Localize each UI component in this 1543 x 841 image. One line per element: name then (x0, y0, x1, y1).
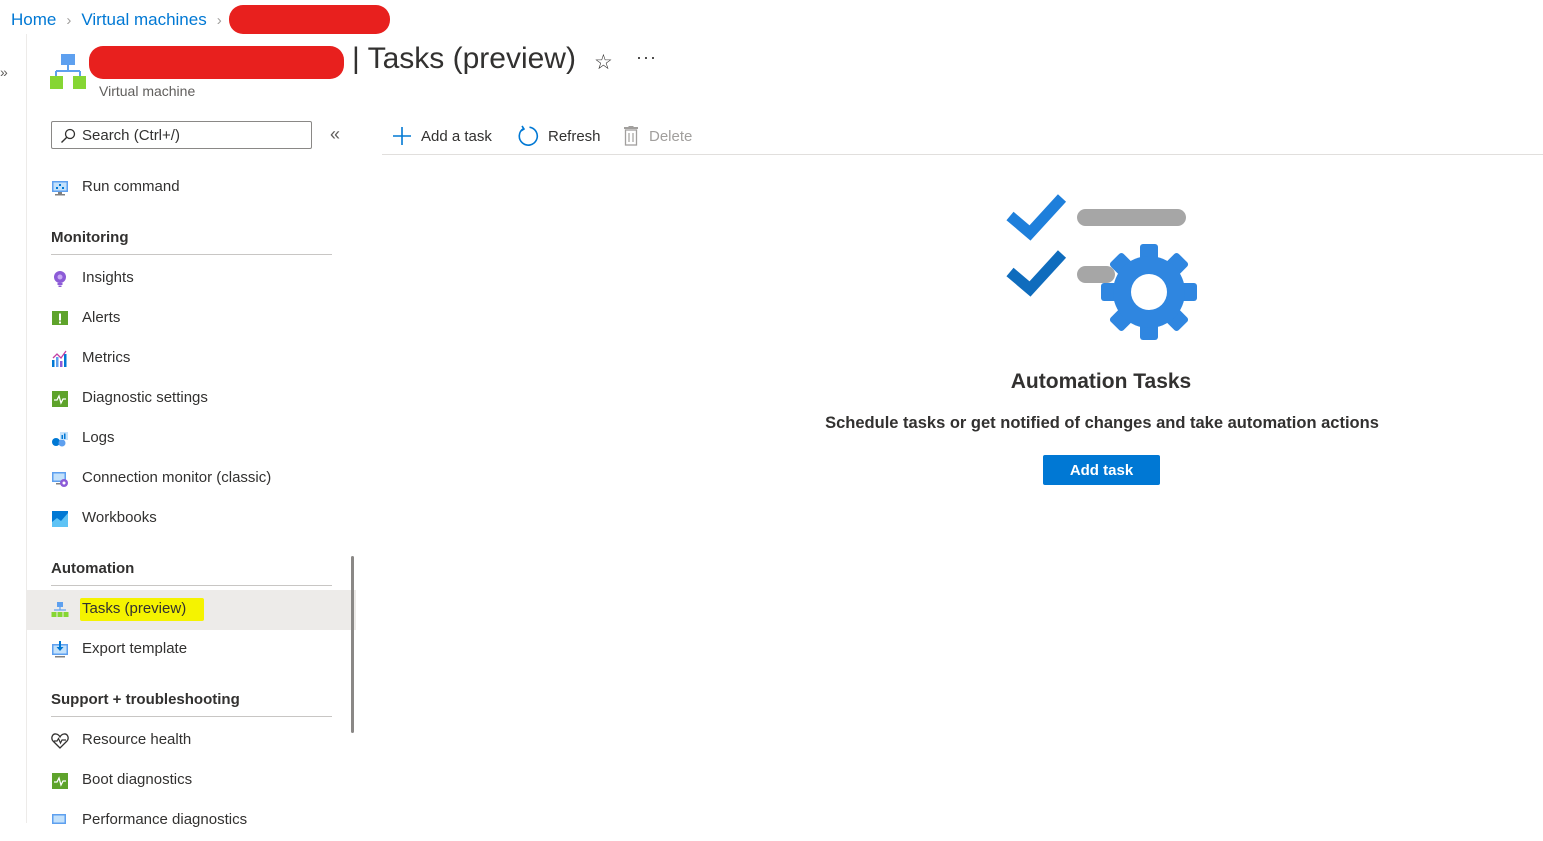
sidebar-item-label: Boot diagnostics (82, 771, 193, 788)
add-task-command[interactable]: Add a task (392, 120, 492, 152)
sidebar-item-label: Tasks (preview) (80, 598, 205, 621)
command-bar: Add a task Refresh Delete (382, 120, 1543, 155)
breadcrumb-home-link[interactable]: Home (11, 10, 56, 30)
refresh-command[interactable]: Refresh (517, 120, 601, 152)
sidebar-item-diagnostic-settings[interactable]: Diagnostic settings (26, 379, 356, 419)
connection-monitor-icon (52, 472, 68, 487)
sidebar-item-label: Diagnostic settings (82, 389, 208, 406)
sidebar-item-tasks-preview[interactable]: Tasks (preview) (26, 590, 356, 630)
sidebar-item-label: Resource health (82, 731, 192, 748)
sidebar-item-label: Performance diagnostics (82, 811, 248, 828)
sidebar-item-label: Export template (82, 640, 188, 657)
performance-diagnostics-icon (52, 814, 66, 824)
sidebar-scrollbar[interactable] (351, 556, 354, 733)
add-task-button[interactable]: Add task (1043, 455, 1160, 485)
logs-icon (52, 432, 68, 447)
chevron-right-icon: › (66, 11, 72, 29)
delete-command-label: Delete (649, 127, 693, 145)
sidebar-item-resource-health[interactable]: Resource health (26, 721, 356, 761)
plus-icon (393, 127, 411, 145)
insights-icon (54, 271, 66, 287)
diagnostic-settings-icon (52, 391, 68, 407)
sidebar-item-workbooks[interactable]: Workbooks (26, 499, 356, 539)
empty-state-title: Automation Tasks (1010, 370, 1192, 393)
sidebar-item-metrics[interactable]: Metrics (26, 339, 356, 379)
sidebar-item-label: Logs (82, 429, 115, 446)
sidebar-item-label: Alerts (82, 309, 121, 326)
sidebar-item-label: Run command (82, 178, 180, 195)
expand-menu-icon[interactable]: » (0, 64, 8, 80)
highlighted-label: Tasks (preview) (80, 598, 205, 621)
breadcrumb: Home › Virtual machines › (11, 8, 232, 32)
sidebar-item-label: Workbooks (82, 509, 157, 526)
refresh-command-label: Refresh (548, 127, 601, 145)
breadcrumb-virtual-machines-link[interactable]: Virtual machines (81, 10, 206, 30)
section-heading-support-troubleshooting: Support + troubleshooting (51, 691, 332, 717)
search-box[interactable] (51, 121, 312, 149)
tasks-icon (51, 602, 69, 617)
sidebar-item-connection-monitor[interactable]: Connection monitor (classic) (26, 459, 356, 499)
sidebar-item-insights[interactable]: Insights (26, 259, 356, 299)
sidebar-item-performance-diagnostics[interactable]: Performance diagnostics (26, 801, 356, 841)
add-task-command-label: Add a task (421, 127, 492, 145)
sidebar-item-run-command[interactable]: Run command (26, 168, 356, 208)
favorite-star-icon[interactable]: ☆ (594, 50, 613, 75)
section-heading-monitoring: Monitoring (51, 229, 332, 255)
sidebar-item-boot-diagnostics[interactable]: Boot diagnostics (26, 761, 356, 801)
search-icon (61, 128, 76, 143)
search-input[interactable] (82, 124, 302, 146)
metrics-icon (52, 350, 67, 367)
workbooks-icon (52, 511, 68, 527)
vm-resource-icon (50, 54, 88, 95)
page-subtitle: Virtual machine (99, 83, 196, 99)
heart-pulse-icon (51, 733, 69, 749)
sidebar-item-label: Metrics (82, 349, 131, 366)
chevron-right-icon: › (216, 11, 222, 29)
export-template-icon (52, 641, 68, 658)
sidebar-item-label: Insights (82, 269, 134, 286)
refresh-icon (518, 125, 539, 146)
collapse-sidebar-icon[interactable]: « (330, 124, 340, 145)
automation-tasks-illustration (1000, 188, 1200, 349)
alerts-icon (52, 311, 68, 325)
empty-state-description: Schedule tasks or get notified of change… (825, 414, 1379, 432)
more-options-icon[interactable]: ··· (636, 47, 657, 68)
page-title: | Tasks (preview) (352, 42, 576, 75)
redacted-vm-name-breadcrumb (229, 5, 390, 34)
sidebar-item-logs[interactable]: Logs (26, 419, 356, 459)
section-heading-automation: Automation (51, 560, 332, 586)
sidebar-item-export-template[interactable]: Export template (26, 630, 356, 670)
trash-icon (624, 126, 638, 146)
redacted-vm-name-title (89, 46, 344, 79)
sidebar-item-alerts[interactable]: Alerts (26, 299, 356, 339)
sidebar-item-label: Connection monitor (classic) (82, 469, 272, 486)
delete-command[interactable]: Delete (622, 120, 692, 152)
run-command-icon (52, 181, 68, 196)
boot-diagnostics-icon (52, 773, 68, 789)
